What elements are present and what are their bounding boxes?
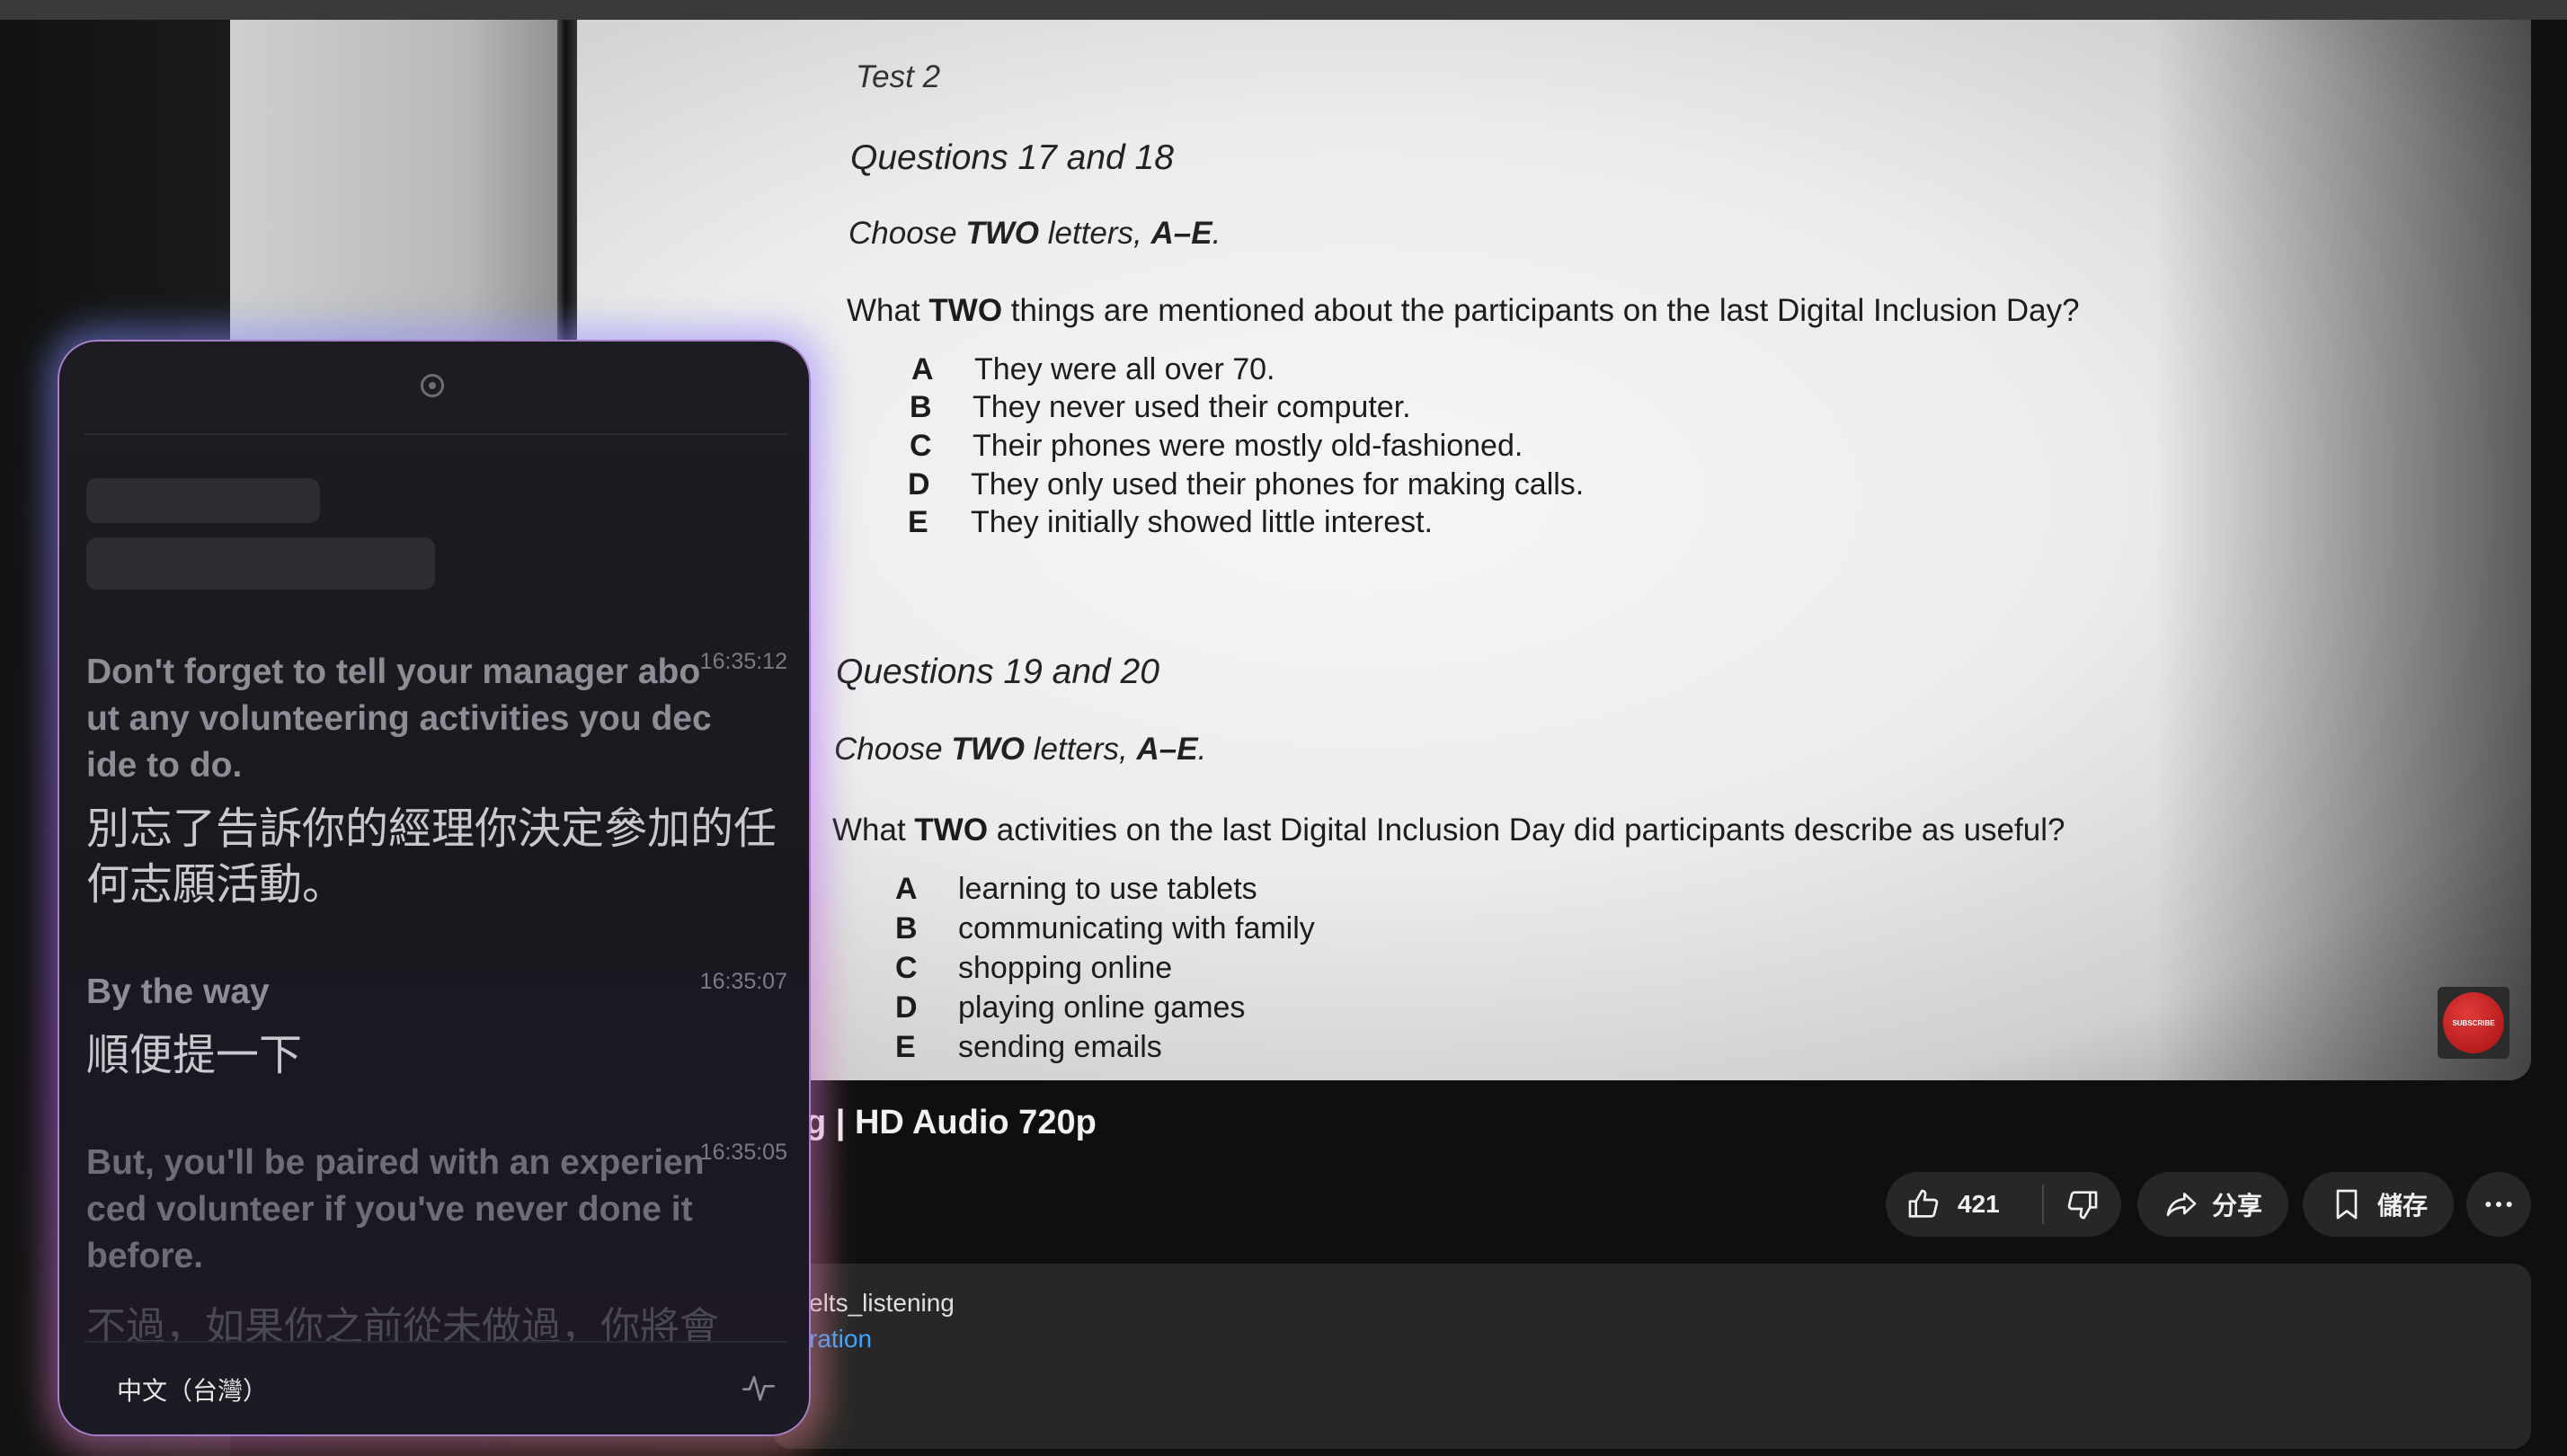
paper-shadow <box>2154 20 2531 1080</box>
overlay-footer: 中文（台灣） <box>59 1343 809 1434</box>
doc-section2-question: What TWO activities on the last Digital … <box>832 812 2065 848</box>
doc-section2-option: Dplaying online games <box>895 990 1246 1025</box>
transcript-entry: 16:35:12 Don't forget to tell your manag… <box>86 649 787 913</box>
doc-section1-option: D They only used their phones for making … <box>908 467 1585 502</box>
transcript-timestamp: 16:35:05 <box>699 1140 787 1165</box>
video-title: g | HD Audio 720p <box>805 1104 1097 1141</box>
loading-placeholder <box>86 537 435 590</box>
doc-section1-heading: Questions 17 and 18 <box>850 138 1174 177</box>
doc-section1-instruction: Choose TWO letters, A–E. <box>848 216 1221 251</box>
like-button[interactable]: 421 <box>1886 1186 2031 1222</box>
doc-section1-option: B They never used their computer. <box>910 390 1411 424</box>
transcript-source-text: But, you'll be paired with an experience… <box>86 1143 705 1275</box>
transcript-source-text: By the way <box>86 972 270 1011</box>
description-box[interactable] <box>773 1264 2531 1449</box>
doc-section1-option: A They were all over 70. <box>911 352 1275 386</box>
save-button[interactable]: 儲存 <box>2303 1172 2454 1237</box>
save-label: 儲存 <box>2376 1192 2428 1220</box>
share-label: 分享 <box>2211 1192 2262 1220</box>
doc-section2-option: Esending emails <box>895 1030 1162 1064</box>
top-strip <box>0 0 2567 20</box>
transcript-entry: 16:35:05 But, you'll be paired with an e… <box>86 1140 787 1280</box>
target-language-selector[interactable]: 中文（台灣） <box>117 1372 268 1407</box>
doc-section1-question: What TWO things are mentioned about the … <box>847 293 2080 328</box>
transcript-translation: 別忘了告訴你的經理你決定參加的任何志願活動。 <box>86 805 777 909</box>
doc-section2-instruction: Choose TWO letters, A–E. <box>834 732 1207 767</box>
share-button[interactable]: 分享 <box>2137 1172 2288 1237</box>
share-icon <box>2166 1193 2197 1216</box>
loading-placeholder <box>86 478 320 523</box>
overlay-divider <box>84 433 787 435</box>
thumbs-down-icon <box>2067 1191 2098 1220</box>
transcript-entry: 16:35:07 By the way 順便提一下 <box>86 969 787 1084</box>
transcript-source-text: Don't forget to tell your manager about … <box>86 653 712 785</box>
transcript-timestamp: 16:35:12 <box>699 649 787 674</box>
doc-section1-option: E They initially showed little interest. <box>908 505 1434 539</box>
doc-test-label: Test 2 <box>856 59 941 94</box>
like-dislike-group: 421 <box>1886 1172 2121 1237</box>
description-channel: elts_listening <box>809 1289 955 1317</box>
transcript-translation: 順便提一下 <box>86 1032 303 1079</box>
transcript-timestamp: 16:35:07 <box>699 969 787 994</box>
doc-section2-option: Alearning to use tablets <box>895 872 1257 906</box>
more-icon <box>2485 1202 2512 1207</box>
doc-section2-option: Cshopping online <box>895 951 1173 985</box>
doc-section1-option: C Their phones were mostly old-fashioned. <box>910 429 1523 463</box>
more-actions-button[interactable] <box>2466 1172 2531 1237</box>
audio-waveform-icon[interactable] <box>741 1370 777 1406</box>
thumbs-up-icon <box>1908 1189 1939 1218</box>
doc-section2-option: Bcommunicating with family <box>895 911 1315 946</box>
bookmark-icon <box>2336 1189 2358 1220</box>
subscribe-watermark[interactable]: SUBSCRIBE <box>2438 987 2509 1059</box>
doc-section2-heading: Questions 19 and 20 <box>836 653 1159 691</box>
dislike-button[interactable] <box>2044 1186 2121 1222</box>
translation-overlay[interactable]: 16:35:12 Don't forget to tell your manag… <box>58 340 811 1436</box>
drag-handle-icon[interactable] <box>421 374 444 397</box>
like-count: 421 <box>1958 1190 2000 1218</box>
subscribe-watermark-label: SUBSCRIBE <box>2443 992 2504 1053</box>
